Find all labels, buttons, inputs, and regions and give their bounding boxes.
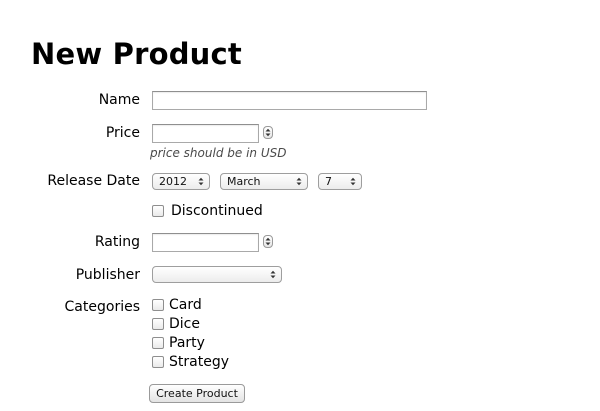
release-month-select[interactable]: March xyxy=(220,173,308,190)
price-hint: price should be in USD xyxy=(150,146,287,160)
category-strategy-checkbox[interactable] xyxy=(152,356,164,368)
rating-input[interactable] xyxy=(152,233,259,252)
rating-stepper[interactable] xyxy=(263,235,273,248)
categories-label: Categories xyxy=(64,299,140,315)
select-arrows-icon xyxy=(270,270,276,279)
discontinued-checkbox[interactable] xyxy=(152,205,164,217)
rating-label: Rating xyxy=(94,234,140,250)
category-party-checkbox[interactable] xyxy=(152,337,164,349)
category-card-label: Card xyxy=(169,297,202,313)
page-title: New Product xyxy=(31,37,242,71)
price-label: Price xyxy=(105,125,140,141)
release-date-label: Release Date xyxy=(47,173,140,189)
release-month-value: March xyxy=(227,175,261,188)
publisher-select[interactable] xyxy=(152,266,282,283)
release-day-value: 7 xyxy=(325,175,332,188)
create-product-button[interactable]: Create Product xyxy=(149,384,245,403)
release-year-select[interactable]: 2012 xyxy=(152,173,210,190)
publisher-label: Publisher xyxy=(75,267,140,283)
category-strategy-label: Strategy xyxy=(169,354,229,370)
price-input[interactable] xyxy=(152,124,259,143)
select-arrows-icon xyxy=(198,177,204,186)
category-dice-checkbox[interactable] xyxy=(152,318,164,330)
stepper-arrows-icon xyxy=(265,237,271,246)
price-stepper[interactable] xyxy=(263,126,273,139)
release-year-value: 2012 xyxy=(159,175,187,188)
category-dice-label: Dice xyxy=(169,316,200,332)
select-arrows-icon xyxy=(350,177,356,186)
category-card-checkbox[interactable] xyxy=(152,299,164,311)
select-arrows-icon xyxy=(296,177,302,186)
discontinued-label: Discontinued xyxy=(171,203,263,219)
release-day-select[interactable]: 7 xyxy=(318,173,362,190)
name-label: Name xyxy=(98,92,140,108)
new-product-page: New Product Name Price price should be i… xyxy=(0,0,600,411)
stepper-arrows-icon xyxy=(265,128,271,137)
name-input[interactable] xyxy=(152,91,427,110)
category-party-label: Party xyxy=(169,335,205,351)
